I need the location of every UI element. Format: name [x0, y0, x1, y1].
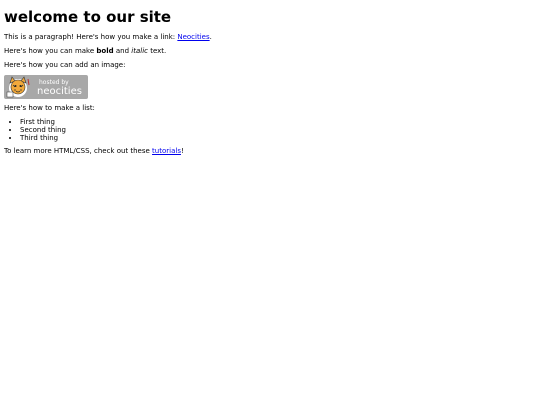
image-paragraph: Here's how you can add an image: [4, 61, 126, 69]
page-title: welcome to our site [4, 8, 172, 26]
tutorials-end: ! [180, 147, 184, 155]
list-item: First thing [20, 118, 536, 126]
tutorials-link[interactable]: tutorials [152, 147, 181, 155]
badge-line1: hosted by [39, 79, 69, 86]
list-item: Second thing [20, 126, 536, 134]
tutorials-paragraph: To learn more HTML/CSS, check out these … [4, 147, 536, 156]
intro-end: . [209, 33, 212, 41]
badge-line2: neocities [37, 86, 82, 97]
hosted-by-neocities-badge: hosted by neocities [4, 75, 88, 99]
tutorials-text: To learn more HTML/CSS, check out these [4, 147, 153, 155]
formatting-mid: and [113, 47, 132, 55]
list-item: Third thing [20, 134, 536, 142]
neocities-link[interactable]: Neocities [177, 33, 209, 41]
italic-text: italic [131, 47, 148, 55]
intro-paragraph: This is a paragraph! Here's how you make… [4, 33, 536, 42]
formatting-end: text. [147, 47, 167, 55]
page-body: welcome to our site This is a paragraph!… [0, 8, 540, 156]
formatting-text: Here's how you can make [4, 47, 97, 55]
formatting-paragraph: Here's how you can make bold and italic … [4, 47, 536, 56]
list-paragraph: Here's how to make a list: [4, 104, 95, 112]
bold-text: bold [96, 47, 114, 55]
sample-list: First thing Second thing Third thing [4, 118, 536, 142]
intro-text: This is a paragraph! Here's how you make… [4, 33, 178, 41]
